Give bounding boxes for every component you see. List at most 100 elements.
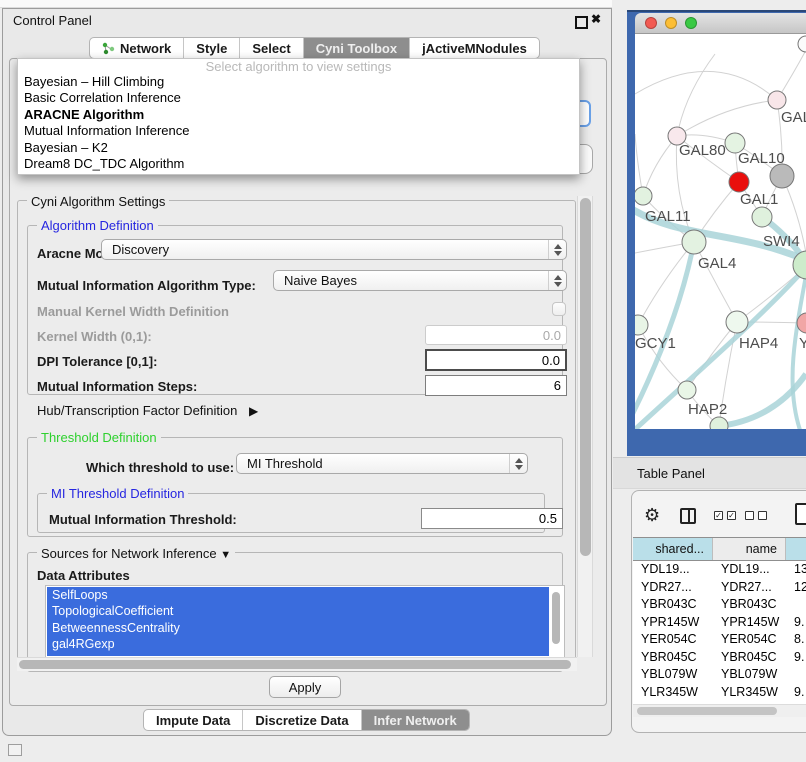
table-cell: YDL19...: [713, 561, 786, 579]
mi-threshold-label: Mutual Information Threshold:: [49, 512, 237, 527]
table-row[interactable]: YPR145WYPR145W9.: [633, 614, 806, 632]
node-label: SWI4: [763, 233, 800, 250]
table-cell: YPR145W: [713, 614, 786, 632]
table-row[interactable]: YDR27...YDR27...12: [633, 579, 806, 597]
table-cell: YER054C: [633, 631, 713, 649]
mi-threshold-input[interactable]: 0.5: [421, 508, 563, 529]
close-icon[interactable]: ✖: [591, 12, 601, 26]
column-header-shared...[interactable]: shared...: [633, 538, 713, 560]
network-node[interactable]: [798, 36, 806, 52]
minimize-traffic-light[interactable]: [665, 17, 677, 29]
control-panel-window: Control Panel ✖ NetworkStyleSelectCyni T…: [2, 8, 612, 736]
network-node-swi4[interactable]: [752, 207, 772, 227]
hub-definition-label: Hub/Transcription Factor Definition: [37, 403, 237, 418]
vertical-scrollbar-thumb[interactable]: [580, 198, 591, 556]
table-cell: 8.: [786, 631, 806, 649]
node-label: GAL1: [740, 191, 778, 208]
which-threshold-select[interactable]: MI Threshold: [236, 453, 528, 474]
table-cell: 9.: [786, 649, 806, 667]
node-label: GAL11: [645, 208, 691, 225]
unchecked-box-icon[interactable]: [758, 511, 767, 520]
chevron-right-icon: ▶: [249, 404, 258, 418]
zoom-traffic-light[interactable]: [685, 17, 697, 29]
network-node-gal4[interactable]: [682, 230, 706, 254]
manual-kernel-checkbox[interactable]: [552, 302, 566, 316]
algorithm-option[interactable]: Mutual Information Inference: [18, 123, 579, 139]
table-cell: 9.: [786, 684, 806, 702]
table-cell: YBL079W: [633, 666, 713, 684]
table-row[interactable]: YDL19...YDL19...13: [633, 561, 806, 579]
attribute-item[interactable]: TopologicalCoefficient: [47, 603, 549, 619]
mi-type-value: Naive Bayes: [284, 273, 357, 288]
algorithm-option[interactable]: Basic Correlation Inference: [18, 90, 579, 106]
attribute-item[interactable]: SelfLoops: [47, 587, 549, 603]
sources-title-text: Sources for Network Inference: [41, 546, 217, 561]
list-scrollbar-thumb[interactable]: [552, 592, 560, 644]
aracne-mode-select[interactable]: Discovery: [101, 239, 567, 260]
dpi-tolerance-input[interactable]: 0.0: [425, 349, 567, 371]
tab-jactivemnodules[interactable]: jActiveMNodules: [409, 38, 539, 58]
algorithm-option[interactable]: Bayesian – Hill Climbing: [18, 74, 579, 90]
tab-impute-data[interactable]: Impute Data: [144, 710, 242, 730]
network-window-titlebar[interactable]: [635, 13, 806, 34]
network-edge: [643, 136, 677, 196]
network-node[interactable]: [710, 417, 728, 429]
column-header-A[interactable]: A: [786, 538, 806, 560]
table-row[interactable]: YER054CYER054C8.: [633, 631, 806, 649]
dpi-tolerance-label: DPI Tolerance [0,1]:: [37, 354, 157, 369]
table-horizontal-scrollbar[interactable]: [633, 704, 806, 717]
table-row[interactable]: YBR043CYBR043C: [633, 596, 806, 614]
data-attributes-list[interactable]: SelfLoopsTopologicalCoefficientBetweenne…: [45, 585, 565, 658]
tab-style[interactable]: Style: [183, 38, 239, 58]
kernel-width-input[interactable]: 0.0: [425, 325, 567, 345]
vertical-scrollbar[interactable]: [577, 196, 593, 657]
minimized-panel-icon[interactable]: [8, 744, 22, 756]
algorithm-option[interactable]: Bayesian – K2: [18, 140, 579, 156]
tab-network[interactable]: Network: [90, 38, 183, 58]
mi-type-select[interactable]: Naive Bayes: [273, 270, 567, 291]
algorithm-option[interactable]: Dream8 DC_TDC Algorithm: [18, 156, 579, 172]
file-icon[interactable]: [795, 503, 806, 525]
apply-button[interactable]: Apply: [269, 676, 341, 698]
horizontal-scrollbar-thumb[interactable]: [19, 660, 571, 669]
mi-steps-input[interactable]: 6: [425, 375, 567, 396]
checked-box-icon[interactable]: ✓: [727, 511, 736, 520]
node-label: GAL80: [679, 142, 726, 159]
network-node[interactable]: [770, 164, 794, 188]
node-label: HAP2: [688, 401, 727, 418]
network-node-hap4[interactable]: [726, 311, 748, 333]
table-row[interactable]: YBL079WYBL079W: [633, 666, 806, 684]
sources-group-title[interactable]: Sources for Network Inference ▼: [37, 546, 235, 561]
table-row[interactable]: YBR045CYBR045C9.: [633, 649, 806, 667]
network-node-gal11[interactable]: [635, 187, 652, 205]
tab-label: jActiveMNodules: [422, 41, 527, 56]
hub-definition-toggle[interactable]: Hub/Transcription Factor Definition ▶: [37, 403, 258, 418]
tab-select[interactable]: Select: [239, 38, 302, 58]
checked-box-icon[interactable]: ✓: [714, 511, 723, 520]
attribute-item[interactable]: gal4RGexp: [47, 636, 549, 652]
table-cell: YBR043C: [713, 596, 786, 614]
stepper-icon: [509, 454, 527, 473]
table-cell: YDR27...: [633, 579, 713, 597]
unchecked-box-icon[interactable]: [745, 511, 754, 520]
tab-cyni-toolbox[interactable]: Cyni Toolbox: [303, 38, 409, 58]
close-traffic-light[interactable]: [645, 17, 657, 29]
column-header-name[interactable]: name: [713, 538, 786, 560]
split-column-icon[interactable]: [680, 508, 696, 524]
float-window-icon[interactable]: [575, 16, 588, 29]
table-cell: YBL079W: [713, 666, 786, 684]
horizontal-scrollbar[interactable]: [17, 657, 577, 671]
tab-discretize-data[interactable]: Discretize Data: [242, 710, 360, 730]
network-node-gal[interactable]: [768, 91, 786, 109]
network-canvas[interactable]: GALGAL80GAL10GAL1GAL11SWI4GAL4GCY1HAP4YH…: [635, 34, 806, 429]
gear-icon[interactable]: ⚙: [644, 505, 660, 526]
network-node-gal1[interactable]: [729, 172, 749, 192]
algorithm-option[interactable]: ARACNE Algorithm: [18, 107, 579, 123]
table-scrollbar-thumb[interactable]: [637, 707, 777, 715]
aracne-mode-value: Discovery: [112, 242, 169, 257]
network-node-gcy1[interactable]: [635, 315, 648, 335]
attribute-item[interactable]: BetweennessCentrality: [47, 620, 549, 636]
network-node-hap2[interactable]: [678, 381, 696, 399]
tab-infer-network[interactable]: Infer Network: [361, 710, 469, 730]
table-row[interactable]: YLR345WYLR345W9.: [633, 684, 806, 702]
